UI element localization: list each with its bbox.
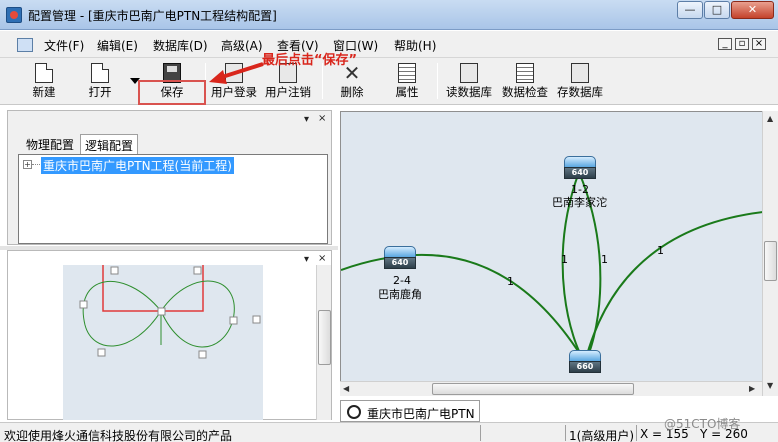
menu-bar: 文件(F) 编辑(E) 数据库(D) 高级(A) 查看(V) 窗口(W) 帮助(… — [0, 31, 778, 58]
overview-map[interactable] — [63, 265, 263, 420]
status-bar: 欢迎使用烽火通信科技股份有限公司的产品 1(高级用户) X = 155 Y = … — [0, 422, 778, 442]
delete-label: 删除 — [340, 85, 364, 99]
device-node-1-2[interactable]: 640 — [564, 156, 596, 182]
read-database-label: 读数据库 — [446, 85, 492, 99]
read-db-icon — [460, 63, 478, 83]
menu-advanced[interactable]: 高级(A) — [221, 37, 263, 54]
status-separator — [565, 425, 566, 441]
scroll-down-icon[interactable]: ▼ — [767, 381, 773, 390]
device-model: 660 — [569, 361, 601, 373]
save-database-button[interactable]: 存数据库 — [553, 60, 607, 102]
overview-pin-icon[interactable]: ▾ — [304, 254, 309, 265]
status-user: 1(高级用户) — [569, 429, 634, 442]
canvas-horizontal-thumb[interactable] — [432, 383, 634, 395]
panel-close-icon[interactable]: × — [318, 113, 326, 124]
topology-canvas[interactable]: 640 1-2 巴南李家沱 640 2-4 巴南鹿角 660 1 1 1 1 — [340, 111, 762, 381]
document-tab-label: 重庆市巴南广电PTN — [367, 407, 475, 421]
open-file-icon — [91, 63, 109, 83]
scroll-left-icon[interactable]: ◀ — [343, 384, 349, 393]
status-welcome: 欢迎使用烽火通信科技股份有限公司的产品 — [4, 429, 233, 442]
canvas-vertical-scrollbar[interactable]: ▲ ▼ — [762, 111, 778, 396]
device-model: 640 — [564, 167, 596, 179]
mdi-close-button[interactable]: × — [752, 38, 766, 50]
new-label: 新建 — [32, 85, 56, 99]
toolbar: 新建 打开 保存 用户登录 用户注销 ✕ 删除 属性 读数据库 数据检查 存数据… — [0, 58, 778, 105]
device-name-label: 巴南鹿角 — [378, 288, 422, 301]
scroll-right-icon[interactable]: ▶ — [749, 384, 755, 393]
canvas-horizontal-scrollbar[interactable]: ◀ ▶ — [340, 381, 762, 396]
network-icon — [347, 405, 361, 419]
document-icon — [17, 38, 33, 52]
project-panel: ▾ × 物理配置 逻辑配置 + 重庆市巴南广电PTN工程(当前工程) — [7, 110, 332, 245]
menu-edit[interactable]: 编辑(E) — [97, 37, 138, 54]
status-separator — [480, 425, 481, 441]
device-name-label: 巴南李家沱 — [552, 196, 607, 209]
document-tab[interactable]: 重庆市巴南广电PTN — [340, 400, 480, 422]
open-button[interactable]: 打开 — [78, 60, 122, 102]
link-label: 1 — [561, 253, 568, 266]
new-file-icon — [35, 63, 53, 83]
toolbar-separator — [322, 63, 323, 99]
properties-button[interactable]: 属性 — [385, 60, 429, 102]
window-title: 配置管理 - [重庆市巴南广电PTN工程结构配置] — [28, 9, 277, 23]
new-button[interactable]: 新建 — [22, 60, 66, 102]
overview-close-icon[interactable]: × — [318, 253, 326, 264]
scroll-up-icon[interactable]: ▲ — [767, 114, 773, 123]
menu-help[interactable]: 帮助(H) — [394, 37, 436, 54]
save-db-icon — [571, 63, 589, 83]
maximize-button[interactable]: □ — [704, 1, 730, 19]
expand-icon[interactable]: + — [23, 160, 32, 169]
device-node-660[interactable]: 660 — [569, 350, 601, 376]
device-node-2-4[interactable]: 640 — [384, 246, 416, 272]
properties-icon — [398, 63, 416, 83]
link-label: 1 — [601, 253, 608, 266]
close-button[interactable]: ✕ — [731, 1, 774, 19]
link-label: 1 — [657, 244, 664, 257]
save-highlight-box — [138, 80, 206, 105]
toolbar-separator — [437, 63, 438, 99]
annotation-text: 最后点击“保存” — [262, 53, 358, 68]
device-model: 640 — [384, 257, 416, 269]
title-bar: 配置管理 - [重庆市巴南广电PTN工程结构配置] — □ ✕ — [0, 0, 778, 30]
data-check-button[interactable]: 数据检查 — [498, 60, 552, 102]
properties-label: 属性 — [395, 85, 419, 99]
app-icon — [6, 7, 22, 23]
watermark: @51CTO博客 — [664, 417, 741, 431]
link-label: 1 — [507, 275, 514, 288]
tree-node-project[interactable]: 重庆市巴南广电PTN工程(当前工程) — [41, 157, 234, 174]
panel-pin-icon[interactable]: ▾ — [304, 114, 309, 125]
overview-topology — [79, 265, 261, 359]
tab-logical-config[interactable]: 逻辑配置 — [80, 134, 139, 154]
mdi-restore-button[interactable]: ▫ — [735, 38, 749, 50]
save-database-label: 存数据库 — [557, 85, 603, 99]
minimize-button[interactable]: — — [677, 1, 703, 19]
read-database-button[interactable]: 读数据库 — [442, 60, 496, 102]
open-label: 打开 — [88, 85, 112, 99]
data-check-label: 数据检查 — [502, 85, 548, 99]
project-tree: + 重庆市巴南广电PTN工程(当前工程) — [18, 154, 328, 244]
data-check-icon — [516, 63, 534, 83]
tab-physical-config[interactable]: 物理配置 — [22, 134, 79, 154]
overview-scrollbar[interactable] — [316, 265, 331, 420]
mdi-minimize-button[interactable]: _ — [718, 38, 732, 50]
menu-file[interactable]: 文件(F) — [44, 37, 84, 54]
status-separator — [636, 425, 637, 441]
overview-scroll-thumb[interactable] — [318, 310, 331, 365]
menu-database[interactable]: 数据库(D) — [153, 37, 208, 54]
canvas-vertical-thumb[interactable] — [764, 241, 777, 281]
